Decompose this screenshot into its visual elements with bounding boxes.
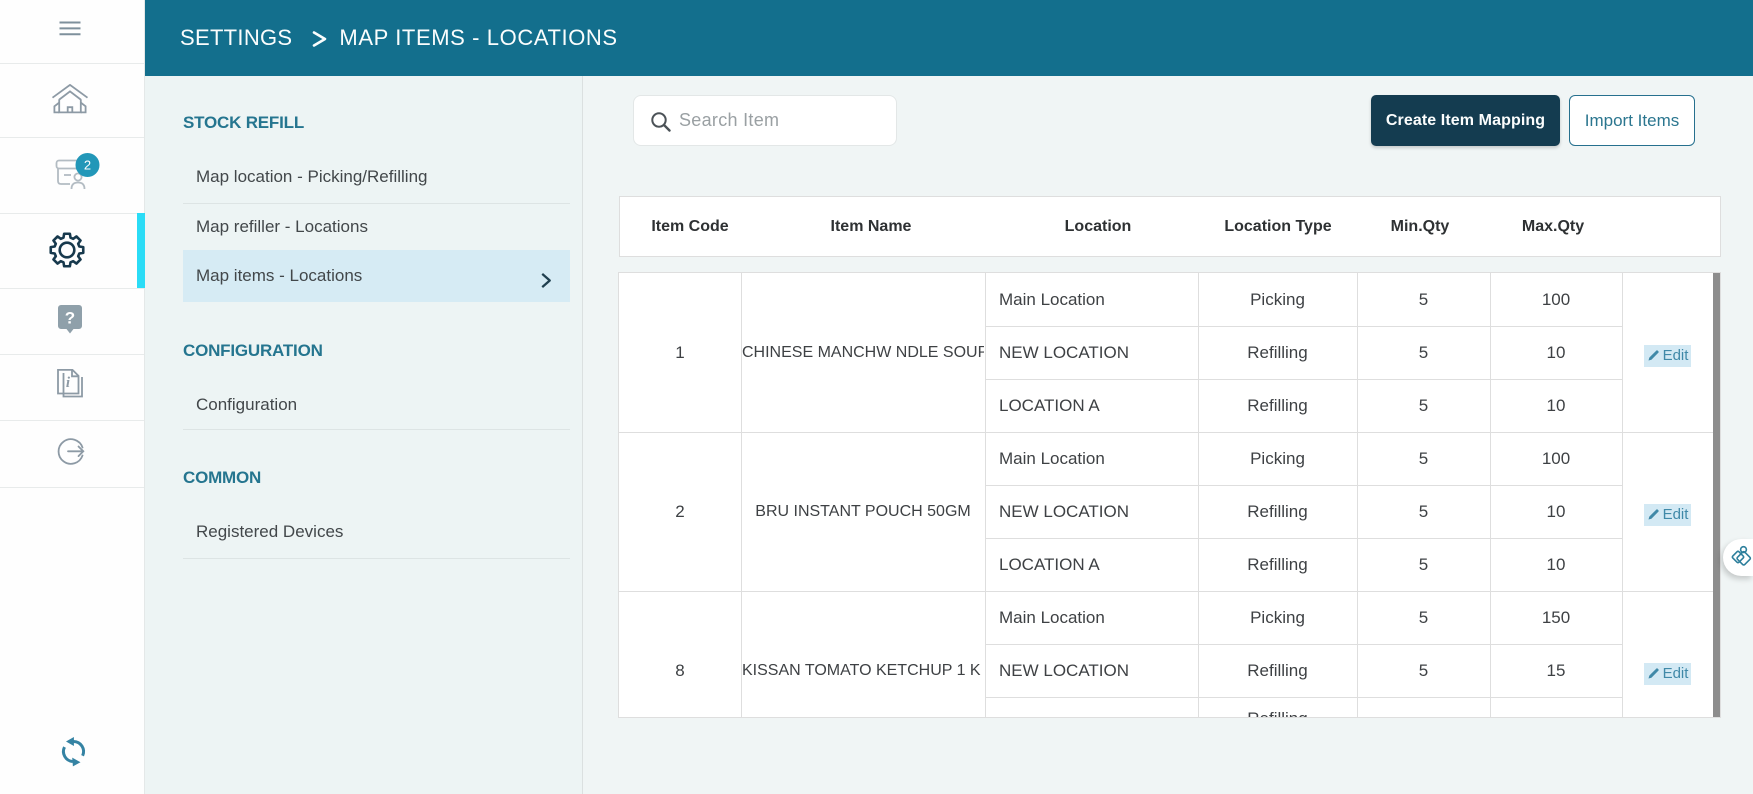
svg-text:2: 2 <box>84 158 91 173</box>
svg-text:i: i <box>66 375 71 391</box>
svg-text:?: ? <box>65 309 75 328</box>
